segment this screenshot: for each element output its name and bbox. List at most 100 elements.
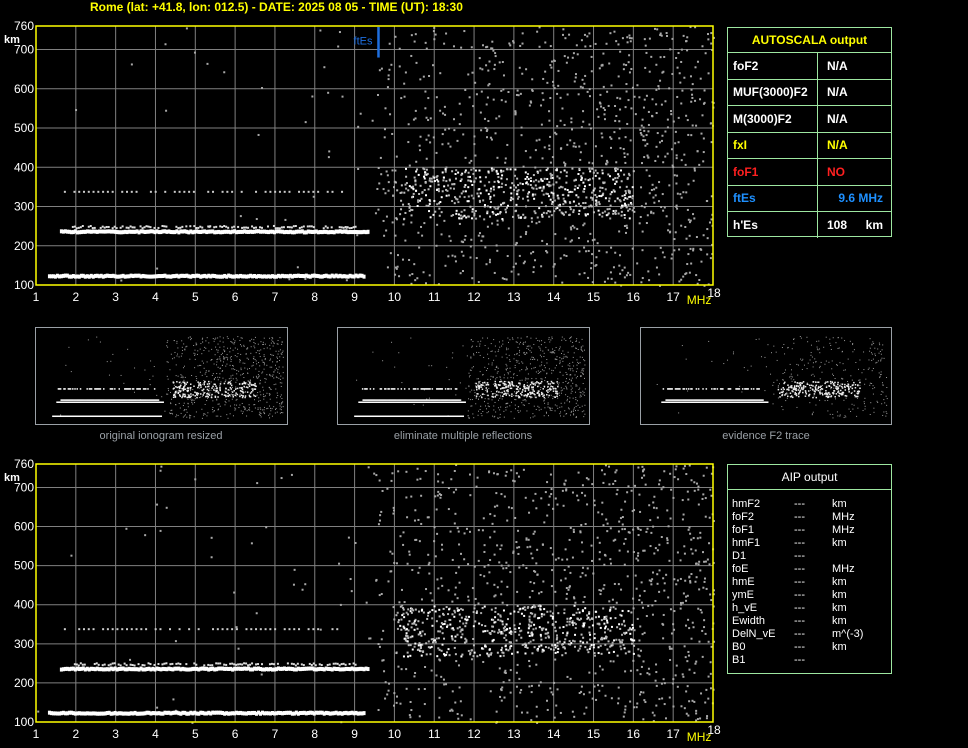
- thumb-noise: [225, 402, 227, 404]
- noise-point: [562, 28, 565, 31]
- thumb-echo: [545, 390, 548, 392]
- thumb-echo: [502, 382, 504, 385]
- noise-point: [464, 156, 467, 159]
- thumb-noise: [173, 384, 175, 386]
- noise-point: [676, 66, 679, 69]
- thumb-noise: [276, 401, 278, 403]
- noise-point: [675, 182, 678, 185]
- thumb-noise: [559, 363, 561, 365]
- noise-point: [686, 208, 689, 211]
- thumb-noise: [791, 380, 793, 382]
- thumb-echo: [254, 382, 256, 385]
- echo-point: [567, 194, 570, 197]
- thumb-echo: [224, 394, 227, 397]
- noise-point: [608, 197, 611, 200]
- noise-point: [645, 222, 648, 225]
- thumb-noise: [832, 394, 834, 396]
- echo-point: [425, 168, 428, 171]
- noise-point: [496, 249, 499, 252]
- thumb-noise: [501, 345, 503, 347]
- echo-point: [436, 175, 439, 178]
- echo-point: [423, 177, 426, 180]
- thumb-noise: [167, 387, 169, 389]
- thumb-noise: [225, 365, 227, 367]
- noise-point: [521, 42, 524, 45]
- noise-point: [674, 130, 677, 133]
- noise-point: [648, 37, 651, 40]
- thumb-noise: [264, 357, 266, 359]
- thumb-noise: [830, 348, 832, 350]
- noise-point: [609, 32, 612, 35]
- noise-point: [619, 97, 622, 100]
- noise-point: [710, 42, 713, 45]
- trace-point: [245, 226, 248, 229]
- trace-point: [278, 190, 281, 193]
- thumb-noise: [537, 339, 539, 341]
- noise-point: [595, 263, 598, 266]
- trace-point: [173, 190, 176, 193]
- echo-point: [517, 214, 520, 217]
- echo-point: [467, 215, 470, 218]
- echo-point: [579, 205, 582, 208]
- thumb-noise: [544, 380, 546, 382]
- echo-point: [537, 180, 540, 183]
- thumb-noise: [816, 340, 818, 342]
- noise-point: [662, 209, 665, 212]
- echo-point: [453, 202, 456, 205]
- noise-point: [640, 205, 643, 208]
- echo-point: [519, 216, 522, 219]
- echo-point: [512, 198, 515, 201]
- noise-point: [377, 208, 380, 211]
- echo-point: [477, 195, 480, 198]
- thumb-noise: [771, 352, 773, 354]
- thumb-noise: [573, 407, 575, 409]
- noise-point: [561, 107, 564, 110]
- echo-point: [627, 203, 630, 206]
- noise-point: [699, 98, 702, 101]
- noise-point: [413, 263, 416, 266]
- thumb-noise: [871, 344, 873, 346]
- thumb-noise: [487, 368, 489, 370]
- noise-point: [645, 51, 648, 54]
- thumb-noise: [565, 385, 567, 387]
- noise-point: [470, 238, 473, 241]
- echo-point: [558, 209, 561, 212]
- thumb-noise: [583, 349, 585, 351]
- thumb-noise: [269, 387, 271, 389]
- thumb-noise: [282, 377, 284, 379]
- noise-point: [614, 281, 617, 284]
- thumb-noise: [510, 411, 512, 413]
- noise-point: [617, 43, 620, 46]
- thumb-noise: [527, 373, 529, 375]
- x-tick-label: 8: [311, 290, 318, 304]
- thumb-echo: [181, 387, 183, 390]
- noise-point: [583, 82, 586, 85]
- thumb-noise: [246, 410, 248, 412]
- thumb-noise: [208, 350, 210, 352]
- noise-point: [593, 238, 596, 241]
- thumb-echo: [507, 389, 509, 391]
- thumb-noise: [512, 338, 514, 340]
- thumb-noise: [270, 342, 272, 344]
- trace-point: [139, 225, 142, 228]
- thumb-noise: [837, 336, 839, 338]
- thumb-noise: [825, 360, 827, 362]
- noise-point: [571, 224, 574, 227]
- thumb-noise: [879, 375, 881, 377]
- thumb-noise: [784, 369, 786, 371]
- thumb-trace: [103, 388, 105, 390]
- autoscala-param-label: foF2: [728, 53, 818, 79]
- thumb-noise: [849, 340, 851, 342]
- echo-point: [556, 194, 559, 197]
- thumb-echo: [216, 387, 218, 389]
- autoscala-param-value: NO: [827, 164, 845, 179]
- thumb-noise: [264, 359, 266, 361]
- thumb-echo: [537, 390, 540, 392]
- echo-point: [566, 189, 569, 192]
- thumb-noise: [272, 354, 274, 356]
- thumb-noise: [219, 405, 221, 407]
- noise-point: [640, 281, 643, 284]
- thumb-noise: [571, 387, 573, 389]
- trace-point: [251, 225, 254, 228]
- thumb-noise: [190, 398, 192, 400]
